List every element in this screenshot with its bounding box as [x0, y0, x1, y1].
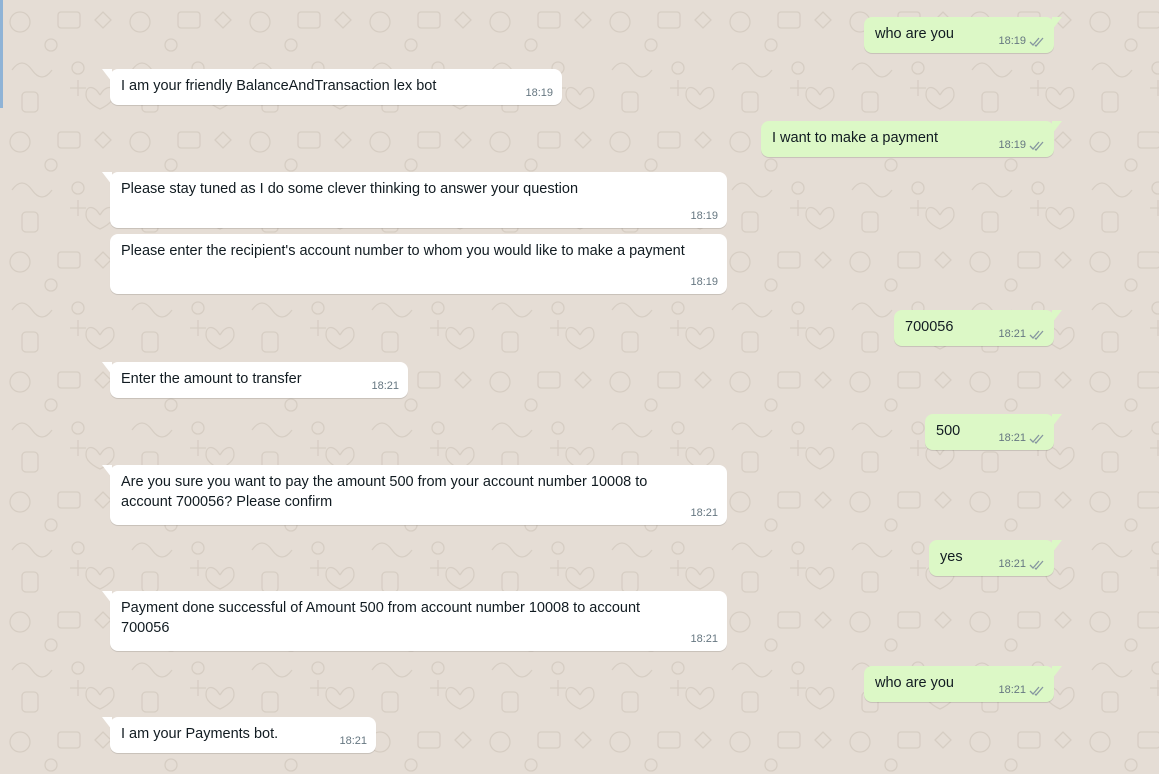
- message-outgoing[interactable]: I want to make a payment 18:19: [761, 121, 1062, 157]
- message-outgoing[interactable]: who are you 18:19: [864, 17, 1062, 53]
- double-check-icon: [1029, 434, 1044, 444]
- message-text: Please stay tuned as I do some clever th…: [121, 181, 579, 197]
- message-time: 18:21: [371, 380, 399, 392]
- message-time: 18:19: [690, 276, 718, 288]
- bubble-tail: [102, 465, 112, 478]
- message-meta: 18:21: [998, 684, 1045, 697]
- bubble-tail: [102, 591, 112, 604]
- message-incoming[interactable]: Please enter the recipient's account num…: [110, 234, 727, 294]
- message-meta: 18:19: [998, 35, 1045, 48]
- message-meta: 18:21: [339, 735, 367, 748]
- chat-panel: who are you 18:19 I am your friendly Bal…: [0, 0, 1159, 774]
- message-text: I want to make a payment: [772, 130, 939, 146]
- message-meta: 18:19: [525, 87, 553, 100]
- message-time: 18:21: [998, 684, 1026, 696]
- message-text: Please enter the recipient's account num…: [121, 243, 685, 259]
- message-meta: 18:21: [690, 507, 718, 520]
- message-meta: 18:21: [998, 558, 1045, 571]
- message-outgoing[interactable]: 700056 18:21: [894, 310, 1062, 346]
- message-incoming[interactable]: Enter the amount to transfer 18:21: [102, 362, 408, 398]
- message-text: who are you: [875, 26, 954, 42]
- message-text: who are you: [875, 675, 954, 691]
- bubble-tail: [102, 172, 112, 185]
- message-incoming[interactable]: I am your friendly BalanceAndTransaction…: [102, 69, 562, 105]
- message-text: yes: [940, 549, 963, 565]
- message-incoming[interactable]: Payment done successful of Amount 500 fr…: [102, 591, 727, 651]
- message-time: 18:21: [998, 328, 1026, 340]
- bubble-tail: [1052, 414, 1062, 427]
- message-text: 700056: [905, 319, 954, 335]
- message-text: Are you sure you want to pay the amount …: [121, 474, 648, 510]
- message-outgoing[interactable]: who are you 18:21: [864, 666, 1062, 702]
- bubble-tail: [1052, 17, 1062, 30]
- double-check-icon: [1029, 330, 1044, 340]
- message-text: Enter the amount to transfer: [121, 371, 302, 387]
- message-outgoing[interactable]: 500 18:21: [925, 414, 1062, 450]
- bubble-tail: [1052, 121, 1062, 134]
- double-check-icon: [1029, 686, 1044, 696]
- message-meta: 18:21: [690, 633, 718, 646]
- double-check-icon: [1029, 37, 1044, 47]
- message-meta: 18:21: [998, 432, 1045, 445]
- message-outgoing[interactable]: yes 18:21: [929, 540, 1062, 576]
- message-meta: 18:21: [998, 328, 1045, 341]
- message-time: 18:21: [690, 507, 718, 519]
- message-meta: 18:19: [998, 139, 1045, 152]
- message-text: Payment done successful of Amount 500 fr…: [121, 600, 641, 636]
- double-check-icon: [1029, 141, 1044, 151]
- message-time: 18:19: [690, 210, 718, 222]
- message-time: 18:21: [690, 633, 718, 645]
- message-text: 500: [936, 423, 961, 439]
- bubble-tail: [102, 69, 112, 82]
- bubble-tail: [1052, 540, 1062, 553]
- bubble-tail: [102, 362, 112, 375]
- message-text: I am your Payments bot.: [121, 726, 279, 742]
- message-text: I am your friendly BalanceAndTransaction…: [121, 78, 437, 94]
- message-time: 18:19: [998, 35, 1026, 47]
- message-meta: 18:19: [690, 210, 718, 223]
- message-incoming[interactable]: Please stay tuned as I do some clever th…: [102, 172, 727, 228]
- message-meta: 18:21: [371, 380, 399, 393]
- message-time: 18:19: [998, 139, 1026, 151]
- bubble-tail: [1052, 666, 1062, 679]
- message-incoming[interactable]: Are you sure you want to pay the amount …: [102, 465, 727, 525]
- message-time: 18:21: [339, 735, 367, 747]
- window-edge-strip: [0, 0, 3, 108]
- message-meta: 18:19: [690, 276, 718, 289]
- double-check-icon: [1029, 560, 1044, 570]
- bubble-tail: [102, 717, 112, 730]
- message-time: 18:21: [998, 558, 1026, 570]
- message-time: 18:19: [525, 87, 553, 99]
- bubble-tail: [1052, 310, 1062, 323]
- message-incoming[interactable]: I am your Payments bot. 18:21: [102, 717, 376, 753]
- message-time: 18:21: [998, 432, 1026, 444]
